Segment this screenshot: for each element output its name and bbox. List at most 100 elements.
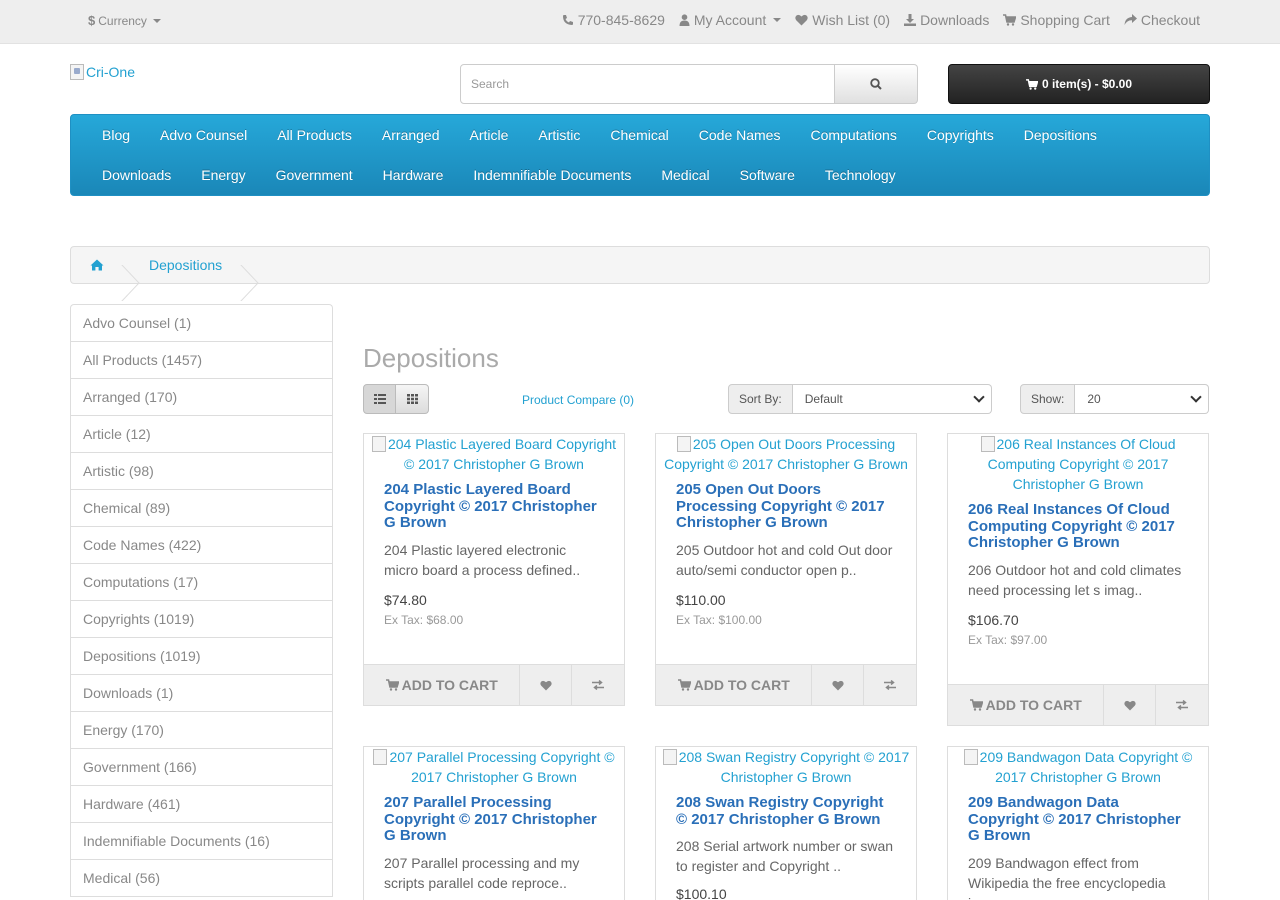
show-control: Show: 20 [1020,384,1210,414]
category-arranged[interactable]: Arranged (170) [71,379,332,416]
phone-link[interactable]: 770-845-8629 [562,12,665,28]
menu-item-computations[interactable]: Computations [795,127,911,143]
product-ex-tax: Ex Tax: $68.00 [384,612,464,627]
product-image-alt: 204 Plastic Layered Board Copyright © 20… [387,436,617,472]
compare-button[interactable] [1156,685,1208,725]
product-name[interactable]: 206 Real Instances Of Cloud Computing Co… [968,501,1188,552]
product-description: 204 Plastic layered electronic micro boa… [384,541,581,578]
menu-item-chemical[interactable]: Chemical [595,127,683,143]
my-account-dropdown[interactable]: My Account [679,12,782,28]
category-advo-counsel[interactable]: Advo Counsel (1) [71,305,332,342]
category-indemnifiable-documents[interactable]: Indemnifiable Documents (16) [71,823,332,860]
product-image[interactable]: 207 Parallel Processing Copyright © 2017… [364,747,624,787]
currency-dropdown[interactable]: $ Currency [88,13,161,28]
category-sidebar: Advo Counsel (1) All Products (1457) Arr… [70,304,333,897]
menu-item-advo-counsel[interactable]: Advo Counsel [145,127,262,143]
downloads-link[interactable]: Downloads [904,12,989,28]
category-code-names[interactable]: Code Names (422) [71,527,332,564]
menu-item-depositions[interactable]: Depositions [1009,127,1112,143]
list-view-button[interactable] [363,384,396,414]
product-name[interactable]: 204 Plastic Layered Board Copyright © 20… [384,481,604,532]
broken-image-icon [662,749,677,765]
category-medical[interactable]: Medical (56) [71,860,332,897]
product-image[interactable]: 205 Open Out Doors Processing Copyright … [656,434,916,474]
exchange-icon [1176,700,1189,710]
cart-icon [1003,14,1017,26]
category-chemical[interactable]: Chemical (89) [71,490,332,527]
breadcrumb: Depositions [70,246,1210,301]
breadcrumb-home[interactable] [71,247,123,283]
product-name[interactable]: 207 Parallel Processing Copyright © 2017… [384,794,604,845]
menu-item-all-products[interactable]: All Products [262,127,367,143]
category-government[interactable]: Government (166) [71,749,332,786]
menu-item-software[interactable]: Software [725,167,810,183]
search-input[interactable] [460,64,835,104]
category-copyrights[interactable]: Copyrights (1019) [71,601,332,638]
menu-item-medical[interactable]: Medical [646,167,724,183]
checkout-link[interactable]: Checkout [1124,12,1200,28]
product-name[interactable]: 205 Open Out Doors Processing Copyright … [676,481,896,532]
product-image[interactable]: 209 Bandwagon Data Copyright © 2017 Chri… [948,747,1208,787]
add-to-wishlist-button[interactable] [1104,685,1157,725]
menu-item-code-names[interactable]: Code Names [684,127,796,143]
category-downloads[interactable]: Downloads (1) [71,675,332,712]
menu-item-copyrights[interactable]: Copyrights [912,127,1009,143]
wishlist-link[interactable]: Wish List (0) [795,12,890,28]
product-compare-link[interactable]: Product Compare (0) [522,393,634,407]
add-to-cart-button[interactable]: ADD TO CART [656,665,813,705]
cart-button[interactable]: 0 item(s) - $0.00 [948,64,1210,104]
menu-item-blog[interactable]: Blog [87,127,145,143]
product-image[interactable]: 208 Swan Registry Copyright © 2017 Chris… [656,747,916,787]
search-icon [870,78,882,90]
category-energy[interactable]: Energy (170) [71,712,332,749]
add-to-cart-button[interactable]: ADD TO CART [948,685,1105,725]
menu-item-government[interactable]: Government [261,167,368,183]
menu-item-energy[interactable]: Energy [186,167,260,183]
menu-item-article[interactable]: Article [455,127,524,143]
compare-button[interactable] [572,665,624,705]
product-description: 205 Outdoor hot and cold Out door auto/s… [676,541,893,578]
product-caption: 208 Swan Registry Copyright © 2017 Chris… [656,794,916,900]
product-description: 209 Bandwagon effect from Wikipedia the … [968,854,1166,900]
category-depositions[interactable]: Depositions (1019) [71,638,332,675]
menu-item-artistic[interactable]: Artistic [523,127,595,143]
product-image-alt: 205 Open Out Doors Processing Copyright … [664,436,908,472]
show-select[interactable]: 20 [1075,384,1210,414]
search-button[interactable] [835,64,918,104]
phone-icon [562,14,574,26]
menu-item-hardware[interactable]: Hardware [368,167,459,183]
product-image[interactable]: 206 Real Instances Of Cloud Computing Co… [948,434,1208,494]
product-actions: ADD TO CART [364,664,624,705]
category-artistic[interactable]: Artistic (98) [71,453,332,490]
compare-button[interactable] [864,665,916,705]
menu-item-downloads[interactable]: Downloads [87,167,186,183]
store-logo[interactable]: Cri-One [70,64,135,80]
product-card: 208 Swan Registry Copyright © 2017 Chris… [655,746,917,900]
product-image[interactable]: 204 Plastic Layered Board Copyright © 20… [364,434,624,474]
product-name[interactable]: 209 Bandwagon Data Copyright © 2017 Chri… [968,794,1188,845]
cart-icon [969,699,983,711]
product-image-alt: 206 Real Instances Of Cloud Computing Co… [987,436,1176,492]
menu-item-indemnifiable-documents[interactable]: Indemnifiable Documents [458,167,646,183]
add-to-cart-label: ADD TO CART [985,697,1082,713]
category-article[interactable]: Article (12) [71,416,332,453]
my-account-label: My Account [693,12,767,28]
product-ex-tax: Ex Tax: $97.00 [968,632,1048,647]
add-to-cart-button[interactable]: ADD TO CART [364,665,521,705]
add-to-wishlist-button[interactable] [812,665,865,705]
home-icon [90,259,104,271]
category-hardware[interactable]: Hardware (461) [71,786,332,823]
grid-view-button[interactable] [396,384,429,414]
sort-select[interactable]: Default [792,384,992,414]
menu-item-arranged[interactable]: Arranged [367,127,455,143]
menu-item-technology[interactable]: Technology [810,167,911,183]
shopping-cart-link[interactable]: Shopping Cart [1003,12,1110,28]
breadcrumb-depositions[interactable]: Depositions [123,247,242,283]
shopping-cart-label: Shopping Cart [1020,12,1110,28]
category-computations[interactable]: Computations (17) [71,564,332,601]
category-all-products[interactable]: All Products (1457) [71,342,332,379]
cart-icon [1026,78,1038,90]
add-to-wishlist-button[interactable] [520,665,573,705]
product-name[interactable]: 208 Swan Registry Copyright © 2017 Chris… [676,794,896,828]
product-actions: ADD TO CART [656,664,916,705]
